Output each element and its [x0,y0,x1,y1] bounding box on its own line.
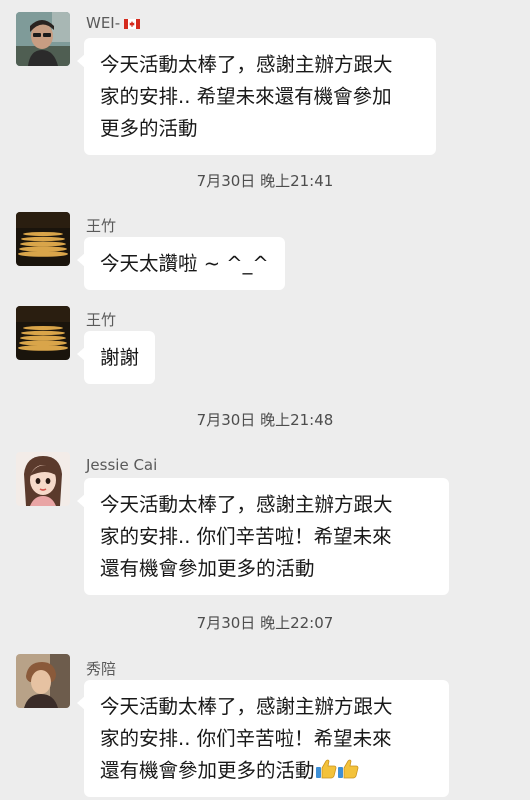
message-text-line: 更多的活動 [100,117,198,140]
thumbs-up-icon [315,759,336,779]
sender-name: 王竹 [86,217,117,235]
avatar-photo-icon [16,654,70,708]
message-text-line: 今天太讚啦 ~ ^_^ [100,252,269,275]
sender-name: 秀陪 [86,660,117,678]
avatar-photo-icon [16,212,70,266]
chat-message: 王竹 謝謝 [16,306,530,386]
message-bubble[interactable]: 今天活動太棒了，感謝主辦方跟大 家的安排.. 你们辛苦啦！希望未來 還有機會參加… [77,478,449,595]
timestamp: 7月30日 晚上22:07 [196,614,334,632]
avatar[interactable] [16,212,70,266]
message-text-line: 家的安排.. 你们辛苦啦！希望未來 [100,727,392,750]
message-bubble[interactable]: 今天活動太棒了，感謝主辦方跟大 家的安排.. 希望未來還有機會參加 更多的活動 [77,38,436,155]
message-text-line: 家的安排.. 你们辛苦啦！希望未來 [100,525,392,548]
chat-message: 王竹 今天太讚啦 ~ ^_^ [16,212,530,292]
sender-name: Jessie Cai [86,456,158,474]
message-text-line: 家的安排.. 希望未來還有機會參加 [100,85,392,108]
timestamp: 7月30日 晚上21:48 [196,411,334,429]
sender-name: WEI- [86,14,141,32]
timestamp: 7月30日 晚上21:41 [196,172,334,190]
avatar-cartoon-icon [16,452,70,506]
avatar[interactable] [16,654,70,708]
avatar[interactable] [16,12,70,66]
message-text-line: 謝謝 [100,346,140,369]
avatar-photo-icon [16,306,70,360]
message-text-line-with-emoji: 還有機會參加更多的活動 [100,755,433,787]
sender-name: 王竹 [86,311,117,329]
chat-message: 秀陪 今天活動太棒了，感謝主辦方跟大 家的安排.. 你们辛苦啦！希望未來 還有機… [16,654,530,797]
message-text-line: 今天活動太棒了，感謝主辦方跟大 [100,53,393,76]
message-text-line: 今天活動太棒了，感謝主辦方跟大 [100,493,393,516]
chat-message: Jessie Cai 今天活動太棒了，感謝主辦方跟大 家的安排.. 你们辛苦啦！… [16,452,530,595]
message-bubble[interactable]: 謝謝 [76,331,156,384]
chat-message: WEI- 今天活動太棒了，感謝主辦方跟大 家的安排.. 希望未來還有機會參加 更… [16,12,530,155]
avatar[interactable] [16,306,70,360]
avatar[interactable] [16,452,70,506]
canada-flag-icon [124,18,141,29]
message-bubble[interactable]: 今天太讚啦 ~ ^_^ [77,237,285,290]
message-text-line: 還有機會參加更多的活動 [100,557,315,580]
message-bubble[interactable]: 今天活動太棒了，感謝主辦方跟大 家的安排.. 你们辛苦啦！希望未來 還有機會參加… [77,680,449,797]
message-text-line: 今天活動太棒了，感謝主辦方跟大 [100,695,393,718]
thumbs-up-icon [337,759,358,779]
avatar-photo-icon [16,12,70,66]
